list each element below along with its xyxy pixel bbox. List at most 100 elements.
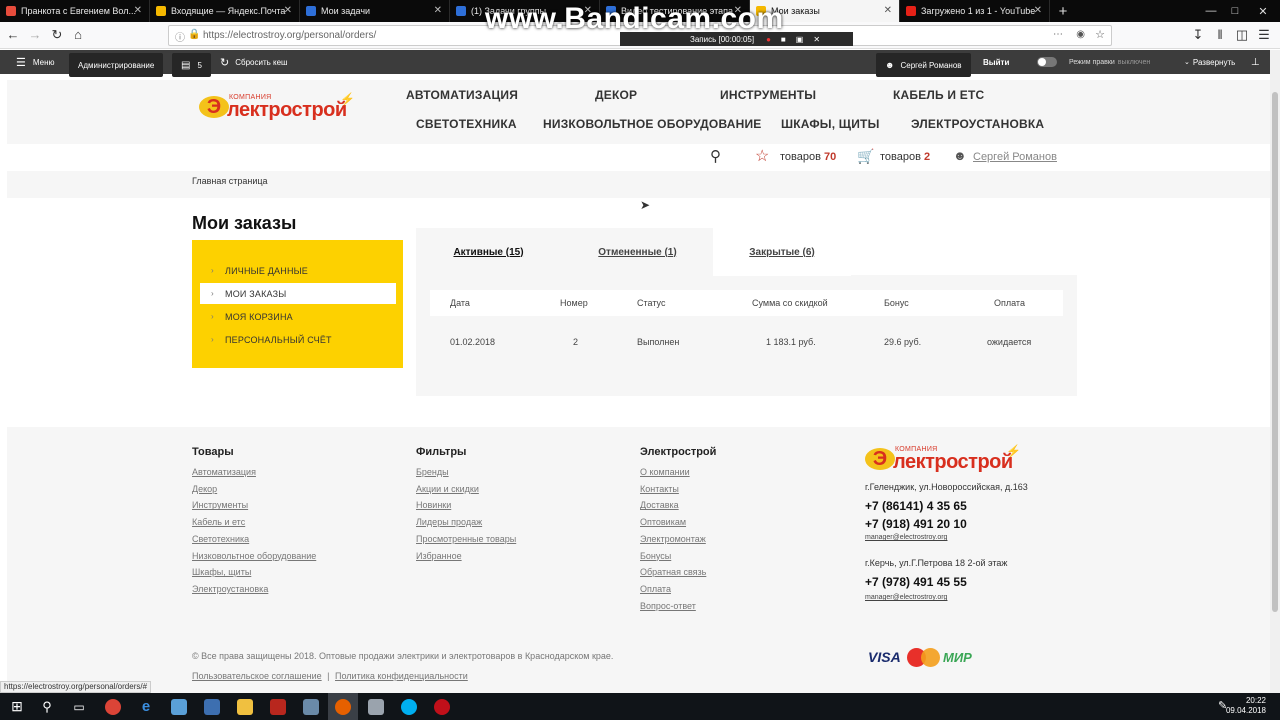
footer-link[interactable]: Новинки: [416, 500, 451, 510]
cart-link[interactable]: товаров 2: [880, 151, 930, 163]
footer-link[interactable]: О компании: [640, 467, 690, 477]
nav-cabinets[interactable]: ШКАФЫ, ЩИТЫ: [781, 117, 880, 131]
breadcrumb-home[interactable]: Главная страница: [192, 176, 268, 186]
tab-close-icon[interactable]: ✕: [434, 5, 442, 16]
close-window-icon[interactable]: ✕: [1240, 0, 1280, 22]
pin-icon[interactable]: ⊥: [1251, 50, 1260, 74]
expand-button[interactable]: ⌄ Развернуть: [1184, 50, 1235, 74]
site-logo[interactable]: Э КОМПАНИЯ лектрострой ⚡: [199, 92, 355, 122]
footer-link[interactable]: Низковольтное оборудование: [192, 551, 316, 561]
footer-link[interactable]: Избранное: [416, 551, 462, 561]
chrome-icon[interactable]: [98, 693, 128, 720]
new-tab-button[interactable]: +: [1050, 0, 1076, 22]
footer-link[interactable]: Оплата: [640, 584, 671, 594]
footer-logo[interactable]: Э КОМПАНИЯ лектрострой ⚡: [865, 444, 1021, 474]
footer-link[interactable]: Кабель и етс: [192, 517, 245, 527]
footer-link[interactable]: Шкафы, щиты: [192, 567, 251, 577]
edge-icon[interactable]: e: [131, 693, 161, 720]
footer-link[interactable]: Декор: [192, 484, 217, 494]
task-view-icon[interactable]: ▭: [64, 693, 94, 720]
app-icon-2[interactable]: [197, 693, 227, 720]
favorites-link[interactable]: товаров 70: [780, 151, 836, 163]
nav-lighting[interactable]: СВЕТОТЕХНИКА: [416, 117, 517, 131]
system-clock[interactable]: 20:22 09.04.2018: [1226, 696, 1266, 716]
library-icon[interactable]: ‖: [1212, 27, 1228, 43]
footer-link[interactable]: Автоматизация: [192, 467, 256, 477]
phone-2[interactable]: +7 (918) 491 20 10: [865, 517, 967, 531]
app-icon[interactable]: [164, 693, 194, 720]
email-2[interactable]: manager@electrostroy.org: [865, 594, 947, 601]
recorder-toolbar[interactable]: Запись [00:00:05] ● ■ ▣ ✕: [620, 32, 853, 46]
browser-tab[interactable]: Загружено 1 из 1 - YouTube ✕: [900, 0, 1050, 22]
windows-start-icon[interactable]: ⊞: [2, 693, 32, 720]
downloads-icon[interactable]: ↧: [1190, 27, 1206, 43]
firefox-icon[interactable]: [328, 693, 358, 720]
tab-cancelled-orders[interactable]: Отмененные (1): [565, 228, 710, 276]
edit-mode-toggle[interactable]: Режим правки выключен: [1037, 50, 1150, 74]
home-icon[interactable]: ⌂: [70, 27, 86, 43]
logout-button[interactable]: Выйти: [983, 50, 1009, 74]
footer-link[interactable]: Светотехника: [192, 534, 249, 544]
clear-cache-button[interactable]: ↻ Сбросить кеш: [220, 50, 287, 74]
stop-icon[interactable]: ■: [781, 35, 786, 44]
nav-cable[interactable]: КАБЕЛЬ И ЕТС: [893, 88, 984, 102]
profile-link[interactable]: Сергей Романов: [973, 151, 1057, 163]
hamburger-menu-icon[interactable]: ☰: [1256, 27, 1272, 43]
bandicam-icon[interactable]: [427, 693, 457, 720]
footer-link[interactable]: Электроустановка: [192, 584, 268, 594]
nav-electrical-install[interactable]: ЭЛЕКТРОУСТАНОВКА: [911, 117, 1044, 131]
table-row[interactable]: 01.02.2018 2 Выполнен 1 183.1 руб. 29.6 …: [430, 324, 1063, 354]
footer-link[interactable]: Обратная связь: [640, 567, 706, 577]
reload-icon[interactable]: ↻: [49, 27, 65, 43]
favorites-star-icon[interactable]: ☆: [755, 146, 769, 166]
browser-tab[interactable]: Пранкота с Евгением Вол... ✕: [0, 0, 150, 22]
search-icon[interactable]: ⚲: [710, 147, 721, 165]
footer-link[interactable]: Бренды: [416, 467, 449, 477]
pocket-icon[interactable]: ◉: [1076, 29, 1085, 40]
app-icon-4[interactable]: [361, 693, 391, 720]
explorer-icon[interactable]: [230, 693, 260, 720]
nav-tools[interactable]: ИНСТРУМЕНТЫ: [720, 88, 816, 102]
camera-icon[interactable]: ▣: [796, 35, 804, 44]
sidebar-item-personal-account[interactable]: › ПЕРСОНАЛЬНЫЙ СЧЁТ: [200, 329, 396, 350]
url-text[interactable]: https://electrostroy.org/personal/orders…: [203, 30, 376, 41]
info-icon[interactable]: ⓘ: [175, 29, 185, 44]
footer-link[interactable]: Просмотренные товары: [416, 534, 516, 544]
tab-close-icon[interactable]: ✕: [1034, 5, 1042, 16]
app-icon-3[interactable]: [296, 693, 326, 720]
tab-closed-orders[interactable]: Закрытые (6): [713, 228, 851, 276]
admin-menu-button[interactable]: ☰ Меню: [16, 50, 55, 74]
toggle-switch[interactable]: [1037, 57, 1057, 67]
browser-tab[interactable]: Входящие — Яндекс.Почта ✕: [150, 0, 300, 22]
footer-link[interactable]: Лидеры продаж: [416, 517, 482, 527]
tab-close-icon[interactable]: ✕: [884, 5, 892, 16]
email-1[interactable]: manager@electrostroy.org: [865, 534, 947, 541]
forward-icon[interactable]: →: [27, 27, 43, 43]
footer-link[interactable]: Электромонтаж: [640, 534, 706, 544]
search-icon[interactable]: ⚲: [32, 693, 62, 720]
footer-link[interactable]: Бонусы: [640, 551, 671, 561]
profile-icon[interactable]: ☻: [953, 148, 967, 163]
nav-automation[interactable]: АВТОМАТИЗАЦИЯ: [406, 88, 518, 102]
record-icon[interactable]: ●: [766, 35, 771, 44]
filezilla-icon[interactable]: [263, 693, 293, 720]
tab-active-orders[interactable]: Активные (15): [416, 228, 561, 276]
sidebar-icon[interactable]: ◫: [1234, 27, 1250, 43]
tab-close-icon[interactable]: ✕: [284, 5, 292, 16]
sidebar-item-my-orders[interactable]: › МОИ ЗАКАЗЫ: [200, 283, 396, 304]
footer-link[interactable]: Доставка: [640, 500, 679, 510]
nav-decor[interactable]: ДЕКОР: [595, 88, 637, 102]
footer-link[interactable]: Оптовикам: [640, 517, 686, 527]
phone-1[interactable]: +7 (86141) 4 35 65: [865, 499, 967, 513]
phone-3[interactable]: +7 (978) 491 45 55: [865, 575, 967, 589]
administration-button[interactable]: Администрирование: [69, 53, 164, 77]
user-agreement-link[interactable]: Пользовательское соглашение: [192, 671, 322, 681]
back-icon[interactable]: ←: [5, 27, 21, 43]
scrollbar-thumb[interactable]: [1272, 92, 1278, 612]
footer-link[interactable]: Контакты: [640, 484, 679, 494]
close-recorder-icon[interactable]: ✕: [813, 35, 820, 44]
privacy-policy-link[interactable]: Политика конфиденциальности: [335, 671, 468, 681]
footer-link[interactable]: Акции и скидки: [416, 484, 479, 494]
page-actions-icon[interactable]: ⋯: [1053, 29, 1063, 40]
skype-icon[interactable]: [394, 693, 424, 720]
